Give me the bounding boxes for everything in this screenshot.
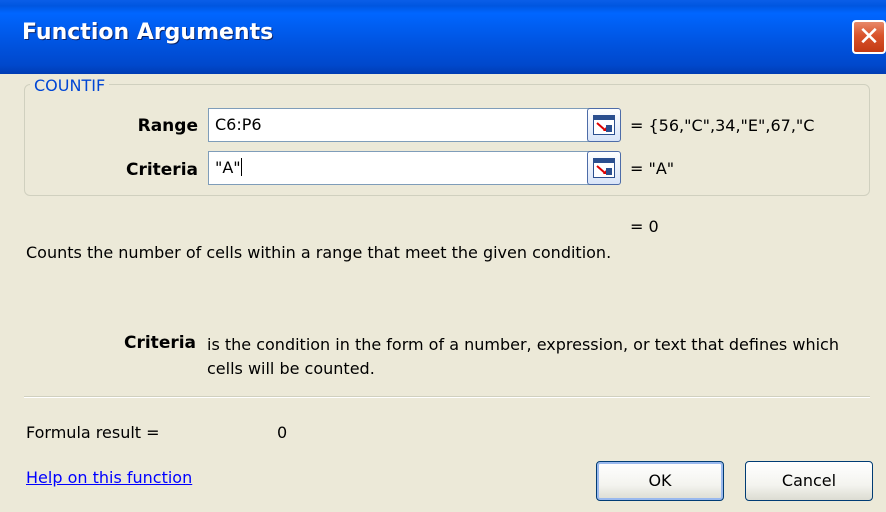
collapse-dialog-icon [593, 158, 615, 178]
arg-help-name: Criteria [124, 333, 197, 353]
criteria-collapse-button[interactable] [587, 151, 621, 185]
window-title: Function Arguments [22, 20, 274, 45]
criteria-input[interactable]: "A" [208, 151, 590, 185]
range-input[interactable]: C6:P6 [208, 108, 590, 142]
function-result: = 0 [630, 217, 659, 236]
range-collapse-button[interactable] [587, 108, 621, 142]
criteria-evaluated-value: = "A" [630, 159, 675, 178]
criteria-label: Criteria [125, 160, 198, 180]
collapse-dialog-icon [593, 115, 615, 135]
help-link[interactable]: Help on this function [26, 468, 192, 487]
criteria-input-value: "A" [215, 158, 241, 177]
close-button[interactable]: ✕ [852, 20, 886, 54]
function-description: Counts the number of cells within a rang… [26, 243, 612, 262]
cancel-button[interactable]: Cancel [745, 461, 873, 501]
formula-result-label: Formula result = [26, 423, 160, 442]
formula-result-value: 0 [277, 423, 288, 442]
range-input-value: C6:P6 [215, 115, 262, 134]
function-name-label: COUNTIF [30, 76, 110, 95]
ok-button[interactable]: OK [596, 461, 724, 501]
range-label: Range [137, 116, 198, 136]
text-caret [240, 158, 242, 176]
arg-help-text: is the condition in the form of a number… [207, 335, 839, 378]
divider [24, 396, 870, 398]
range-evaluated-value: = {56,"C",34,"E",67,"C [630, 116, 815, 135]
close-icon: ✕ [858, 22, 880, 52]
title-bar[interactable]: Function Arguments ✕ [0, 0, 886, 74]
